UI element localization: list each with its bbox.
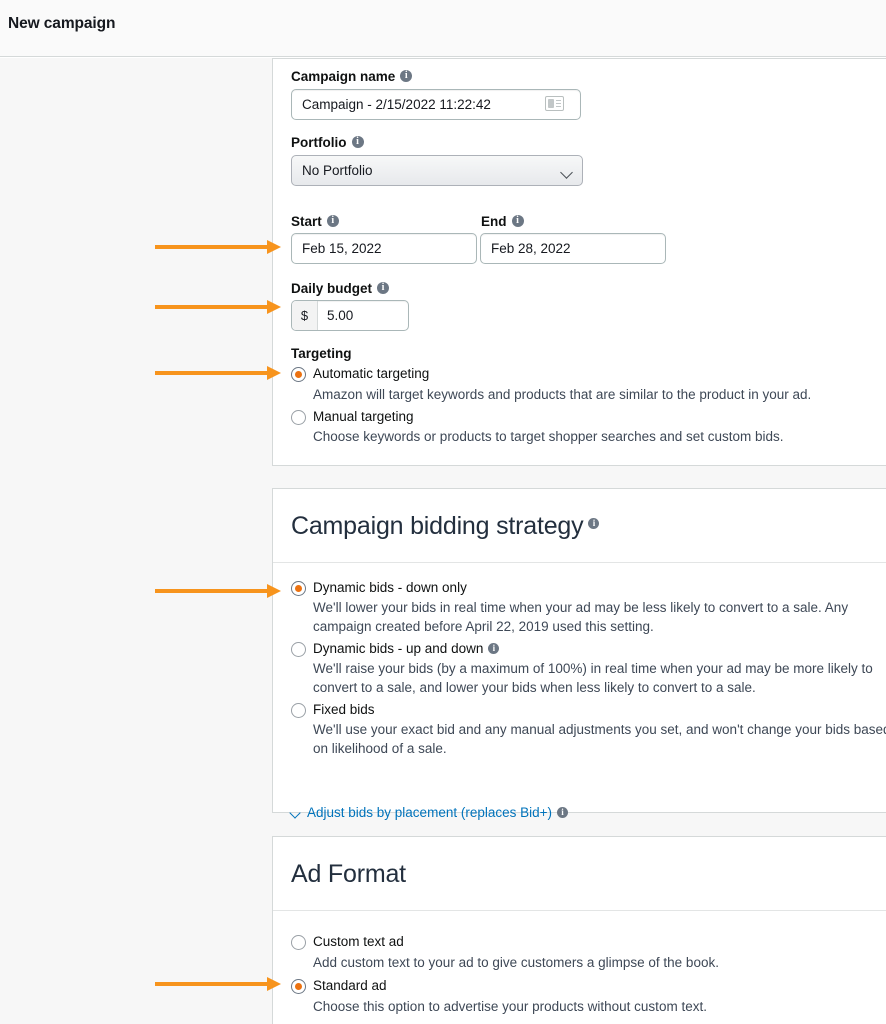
info-icon[interactable] (377, 281, 390, 294)
app-header: New campaign (0, 0, 886, 57)
ad-format-panel-title: Ad Format (291, 860, 406, 888)
adjust-bids-label-text: Adjust bids by placement (replaces Bid+) (307, 805, 552, 820)
info-icon[interactable] (588, 517, 600, 529)
info-icon[interactable] (351, 135, 364, 148)
custom-text-ad-label: Custom text ad (313, 934, 404, 949)
campaign-name-input[interactable]: Campaign - 2/15/2022 11:22:42 (291, 89, 581, 120)
automatic-targeting-description: Amazon will target keywords and products… (313, 387, 812, 402)
campaign-name-label-text: Campaign name (291, 69, 396, 84)
automatic-targeting-label: Automatic targeting (313, 366, 430, 381)
page-title: New campaign (8, 15, 116, 32)
info-icon[interactable] (326, 214, 339, 227)
targeting-section-label: Targeting (291, 346, 352, 361)
campaign-settings-panel: Campaign name Campaign - 2/15/2022 11:22… (272, 58, 886, 466)
daily-budget-label: Daily budget (291, 281, 390, 296)
daily-budget-field[interactable]: $ 5.00 (291, 300, 409, 331)
daily-budget-input[interactable]: 5.00 (318, 301, 408, 330)
end-date-input[interactable]: Feb 28, 2022 (480, 233, 666, 264)
chevron-down-icon (560, 166, 573, 179)
info-icon[interactable] (557, 806, 568, 818)
fixed-bids-label: Fixed bids (313, 702, 375, 717)
bidding-panel-title: Campaign bidding strategy (291, 512, 600, 541)
manual-targeting-radio[interactable] (291, 410, 306, 425)
custom-text-ad-description: Add custom text to your ad to give custo… (313, 955, 719, 970)
dynamic-bids-up-and-down-radio[interactable] (291, 642, 306, 657)
bidding-panel-title-text: Campaign bidding strategy (291, 512, 584, 540)
info-icon[interactable] (488, 642, 500, 654)
campaign-name-label: Campaign name (291, 69, 413, 84)
start-date-label-text: Start (291, 214, 322, 229)
start-date-label: Start (291, 214, 339, 229)
custom-text-ad-radio[interactable] (291, 935, 306, 950)
manual-targeting-description: Choose keywords or products to target sh… (313, 429, 784, 444)
dynamic-bids-up-and-down-description: We'll raise your bids (by a maximum of 1… (313, 661, 873, 695)
contact-card-icon[interactable] (545, 96, 564, 111)
daily-budget-label-text: Daily budget (291, 281, 373, 296)
portfolio-selected-value: No Portfolio (302, 163, 373, 178)
portfolio-label: Portfolio (291, 135, 364, 150)
standard-ad-description: Choose this option to advertise your pro… (313, 999, 707, 1014)
manual-targeting-label: Manual targeting (313, 409, 414, 424)
dynamic-bids-down-only-description: We'll lower your bids in real time when … (313, 600, 849, 634)
ad-format-panel-header: Ad Format (273, 837, 886, 911)
dynamic-bids-down-only-label: Dynamic bids - down only (313, 580, 467, 595)
campaign-bidding-strategy-panel: Campaign bidding strategy Dynamic bids -… (272, 488, 886, 820)
currency-prefix: $ (292, 301, 318, 330)
ad-format-panel: Ad Format Custom text ad Add custom text… (272, 836, 886, 1024)
automatic-targeting-radio[interactable] (291, 367, 306, 382)
end-date-label: End (481, 214, 524, 229)
bidding-panel-header: Campaign bidding strategy (273, 489, 886, 563)
end-date-label-text: End (481, 214, 507, 229)
standard-ad-radio[interactable] (291, 979, 306, 994)
dynamic-bids-up-and-down-label: Dynamic bids - up and down (313, 641, 500, 656)
fixed-bids-description: We'll use your exact bid and any manual … (313, 722, 886, 756)
portfolio-label-text: Portfolio (291, 135, 347, 150)
adjust-bids-by-placement-text: Adjust bids by placement (replaces Bid+) (307, 805, 568, 820)
dynamic-bids-up-and-down-label-text: Dynamic bids - up and down (313, 641, 484, 656)
portfolio-select[interactable]: No Portfolio (291, 155, 583, 186)
info-icon[interactable] (400, 69, 413, 82)
fixed-bids-radio[interactable] (291, 703, 306, 718)
info-icon[interactable] (511, 214, 524, 227)
standard-ad-label: Standard ad (313, 978, 387, 993)
start-date-input[interactable]: Feb 15, 2022 (291, 233, 477, 264)
dynamic-bids-down-only-radio[interactable] (291, 581, 306, 596)
